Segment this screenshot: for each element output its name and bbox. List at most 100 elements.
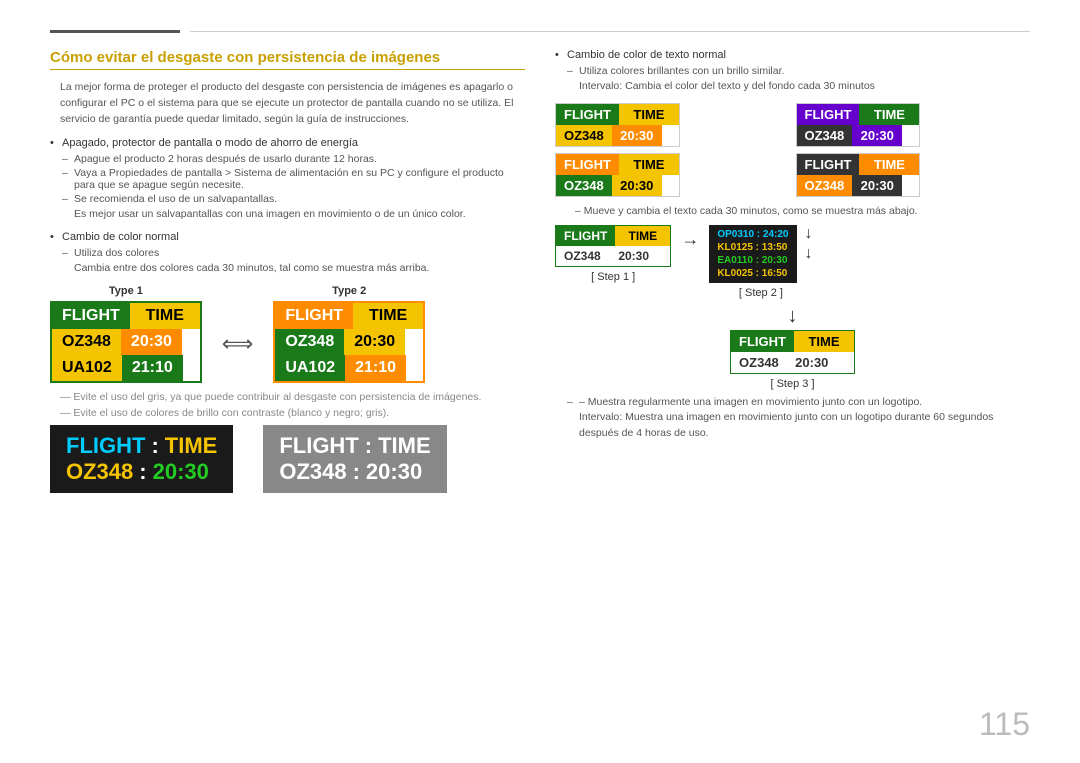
color-grid: FLIGHT TIME OZ348 20:30 FLIGHT xyxy=(555,103,1030,197)
gb-colon: : xyxy=(365,433,372,459)
section-title: Cómo evitar el desgaste con persistencia… xyxy=(50,49,525,70)
gray-row2: OZ348 : 20:30 xyxy=(279,459,430,485)
mini-board-2-wrap: FLIGHT TIME OZ348 20:30 xyxy=(796,103,1031,147)
mb1-oz: OZ348 xyxy=(556,125,612,146)
mb4-time: TIME xyxy=(859,154,919,175)
sub-b2-1: Utiliza dos colores xyxy=(50,247,525,259)
s-t4: KL0025 : 16:50 xyxy=(717,268,787,279)
mini-board-3-wrap: FLIGHT TIME OZ348 20:30 xyxy=(555,153,790,197)
mini-board-3: FLIGHT TIME OZ348 20:30 xyxy=(555,153,680,197)
bullet-section-1: Apagado, protector de pantalla o modo de… xyxy=(50,137,525,223)
black-board: FLIGHT : TIME OZ348 : 20:30 xyxy=(50,425,233,493)
mb3-t: 20:30 xyxy=(612,175,662,196)
step1-board: FLIGHT TIME OZ348 20:30 xyxy=(555,225,671,267)
t1-ua102: UA102 xyxy=(52,355,122,381)
mini-board-2: FLIGHT TIME OZ348 20:30 xyxy=(796,103,921,147)
t2-ua102: UA102 xyxy=(275,355,345,381)
mb1-r1: FLIGHT TIME xyxy=(556,104,679,125)
mini-board-4: FLIGHT TIME OZ348 20:30 xyxy=(796,153,921,197)
black-row1: FLIGHT : TIME xyxy=(66,433,217,459)
sub-b1-2: Vaya a Propiedades de pantalla > Sistema… xyxy=(50,167,525,191)
page: Cómo evitar el desgaste con persistencia… xyxy=(0,0,1080,763)
mb2-oz: OZ348 xyxy=(797,125,853,146)
left-column: Cómo evitar el desgaste con persistencia… xyxy=(50,49,525,743)
gb-oz: OZ348 xyxy=(279,459,346,485)
mb2-r2: OZ348 20:30 xyxy=(797,125,920,146)
gb-time: TIME xyxy=(378,433,431,459)
main-content: Cómo evitar el desgaste con persistencia… xyxy=(50,49,1030,743)
mb4-oz: OZ348 xyxy=(797,175,853,196)
bb-t: 20:30 xyxy=(153,459,209,485)
mb2-flight: FLIGHT xyxy=(797,104,860,125)
type2-row2: OZ348 20:30 xyxy=(275,329,423,355)
t2-time: TIME xyxy=(353,303,423,329)
types-section: Type 1 FLIGHT TIME OZ348 20:30 UA102 xyxy=(50,285,525,383)
bullet-section-2: Cambio de color normal Utiliza dos color… xyxy=(50,231,525,277)
s3-oz: OZ348 xyxy=(731,352,787,373)
t2-2030: 20:30 xyxy=(344,329,405,355)
r-sub-1: Utiliza colores brillantes con un brillo… xyxy=(555,65,1030,77)
step1-label: [ Step 1 ] xyxy=(591,271,635,283)
type1-block: Type 1 FLIGHT TIME OZ348 20:30 UA102 xyxy=(50,285,202,383)
step1-block: FLIGHT TIME OZ348 20:30 [ Step 1 ] xyxy=(555,225,671,283)
t2-flight: FLIGHT xyxy=(275,303,353,329)
s1-oz: OZ348 xyxy=(556,246,609,266)
type2-row3: UA102 21:10 xyxy=(275,355,423,381)
gb-t: 20:30 xyxy=(366,459,422,485)
scroll-board: OP0310 : 24:20 KL0125 : 13:50 EA0110 : 2… xyxy=(709,225,796,283)
mb4-r2: OZ348 20:30 xyxy=(797,175,920,196)
s3-flight: FLIGHT xyxy=(731,331,794,352)
type1-board: FLIGHT TIME OZ348 20:30 UA102 21:10 xyxy=(50,301,202,383)
mini-board-4-wrap: FLIGHT TIME OZ348 20:30 xyxy=(796,153,1031,197)
s-t2: KL0125 : 13:50 xyxy=(717,242,787,253)
s1-flight: FLIGHT xyxy=(556,226,615,246)
scroll-r2: KL0125 : 13:50 xyxy=(717,242,788,253)
mb1-r2: OZ348 20:30 xyxy=(556,125,679,146)
r-bullet-1: Cambio de color de texto normal xyxy=(555,49,1030,61)
down-arrows: ↓ ↓ xyxy=(801,225,813,263)
type1-label: Type 1 xyxy=(109,285,143,297)
sub-b1-3: Se recomienda el uso de un salvapantalla… xyxy=(50,193,525,205)
bb-col2: : xyxy=(139,459,146,485)
bottom-boards: FLIGHT : TIME OZ348 : 20:30 FLIGHT : xyxy=(50,425,525,493)
type2-row1: FLIGHT TIME xyxy=(275,303,423,329)
right-bullet-1: Cambio de color de texto normal Utiliza … xyxy=(555,49,1030,95)
type2-block: Type 2 FLIGHT TIME OZ348 20:30 UA102 xyxy=(273,285,425,383)
bottom-b3-s1: Intervalo: Muestra una imagen en movimie… xyxy=(555,410,1030,442)
t1-2030: 20:30 xyxy=(121,329,182,355)
s1-r1: FLIGHT TIME xyxy=(556,226,670,246)
mb3-flight: FLIGHT xyxy=(556,154,619,175)
scroll-r3: EA0110 : 20:30 xyxy=(717,255,788,266)
mb1-t: 20:30 xyxy=(612,125,662,146)
s1-t: 20:30 xyxy=(609,246,659,266)
gb-flight: FLIGHT xyxy=(279,433,358,459)
mb4-flight: FLIGHT xyxy=(797,154,860,175)
black-row2: OZ348 : 20:30 xyxy=(66,459,217,485)
mb2-time: TIME xyxy=(859,104,919,125)
step3-label: [ Step 3 ] xyxy=(770,378,814,390)
page-number: 115 xyxy=(979,706,1030,743)
top-line xyxy=(50,30,1030,33)
t1-flight: FLIGHT xyxy=(52,303,130,329)
mb1-flight: FLIGHT xyxy=(556,104,619,125)
mb2-t: 20:30 xyxy=(852,125,902,146)
s1-time: TIME xyxy=(615,226,670,246)
mb3-r2: OZ348 20:30 xyxy=(556,175,679,196)
t2-2110: 21:10 xyxy=(345,355,406,381)
type1-row1: FLIGHT TIME xyxy=(52,303,200,329)
bb-colon: : xyxy=(151,433,158,459)
bottom-b3: – Muestra regularmente una imagen en mov… xyxy=(555,396,1030,408)
bullet-2: Cambio de color normal xyxy=(50,231,525,243)
top-rule xyxy=(190,31,1030,32)
gb-col2: : xyxy=(353,459,360,485)
step3-arrow: ↓ xyxy=(788,305,798,328)
top-bar xyxy=(50,30,180,33)
double-arrow: ⟺ xyxy=(222,311,254,357)
s3-r2: OZ348 20:30 xyxy=(731,352,854,373)
scroll-r1: OP0310 : 24:20 xyxy=(717,229,788,240)
scroll-r4: KL0025 : 16:50 xyxy=(717,268,788,279)
type1-row3: UA102 21:10 xyxy=(52,355,200,381)
bb-oz: OZ348 xyxy=(66,459,133,485)
mb4-t: 20:30 xyxy=(852,175,902,196)
t2-oz348: OZ348 xyxy=(275,329,344,355)
